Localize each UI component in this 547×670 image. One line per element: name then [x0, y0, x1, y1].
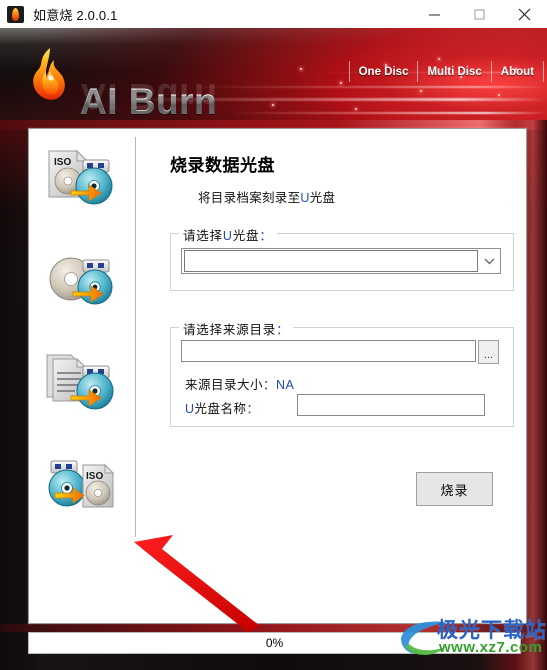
disc-legend-post: 光盘 — [232, 229, 260, 243]
page-subtitle-pre: 将目录档案刻录至 — [198, 191, 301, 205]
source-legend-colon: ： — [276, 323, 290, 337]
disc-name-label-u: U — [185, 402, 195, 416]
window-controls — [412, 0, 547, 28]
source-size-value: NA — [276, 378, 295, 392]
browse-button[interactable]: ... — [478, 340, 499, 364]
source-dir-group: 请选择来源目录： ... 来源目录大小：NA U光盘名称： — [170, 319, 514, 427]
disc-name-colon: ： — [246, 402, 260, 416]
sidebar-item-burn-data-disc[interactable] — [41, 347, 125, 421]
page-subtitle-u: U — [300, 191, 310, 205]
window-title: 如意烧 2.0.0.1 — [33, 7, 118, 23]
chevron-down-icon[interactable] — [478, 257, 500, 265]
app-flame-icon — [7, 5, 24, 23]
source-size-row: 来源目录大小：NA — [185, 374, 294, 393]
page-subtitle: 将目录档案刻录至U光盘 — [198, 187, 335, 206]
content-pane: 烧录数据光盘 将目录档案刻录至U光盘 请选择U光盘： 请选择来源目录： ... … — [143, 129, 526, 623]
disc-select-input[interactable] — [184, 250, 478, 272]
sidebar-item-copy-disc[interactable] — [41, 243, 125, 317]
page-subtitle-post: 光盘 — [309, 191, 336, 205]
iso-to-disc-icon: ISO — [48, 149, 113, 205]
disc-legend-pre: 请选择 — [183, 229, 223, 243]
header-banner: AI Burn AI Burn One Disc Multi Disc Abou… — [0, 28, 547, 120]
maximize-button[interactable] — [457, 0, 502, 28]
sidebar-divider — [135, 137, 136, 537]
sidebar-item-create-iso-from-disc[interactable]: ISO — [41, 447, 125, 521]
progress-text: 0% — [265, 636, 284, 650]
application-window: 如意烧 2.0.0.1 AI Burn AI Burn One Disc Mul… — [0, 0, 547, 670]
svg-text:ISO: ISO — [54, 157, 71, 168]
sidebar: ISO ISO — [29, 129, 135, 623]
disc-name-label-text: 光盘名称 — [194, 402, 247, 416]
nav-tabs: One Disc Multi Disc About — [348, 61, 544, 82]
source-size-colon: ： — [263, 378, 277, 392]
window-body-frame: ISO ISO 烧录数据光盘 将目录档案刻录至U光盘 请选择U光盘： 请选择来源… — [0, 120, 547, 670]
disc-select-combo[interactable] — [181, 248, 501, 274]
tab-multi-disc[interactable]: Multi Disc — [418, 61, 492, 82]
source-size-label: 来源目录大小 — [185, 378, 264, 392]
source-dir-legend: 请选择来源目录： — [179, 319, 294, 338]
title-bar: 如意烧 2.0.0.1 — [0, 0, 547, 29]
disc-select-group: 请选择U光盘： — [170, 225, 514, 291]
progress-bar: 0% — [28, 632, 521, 654]
disc-name-label: U光盘名称： — [185, 398, 260, 417]
disc-legend-colon: ： — [259, 229, 273, 243]
disc-name-input[interactable] — [297, 394, 485, 416]
svg-text:ISO: ISO — [86, 471, 103, 482]
app-logo-reflection: AI Burn — [80, 76, 218, 117]
source-path-row: ... — [181, 340, 499, 364]
page-title: 烧录数据光盘 — [170, 156, 275, 175]
flame-logo-icon — [33, 48, 65, 100]
disc-to-disc-icon — [49, 257, 113, 305]
sidebar-item-burn-iso-to-disc[interactable]: ISO — [41, 143, 125, 217]
disc-to-iso-icon: ISO — [48, 460, 115, 508]
files-to-disc-icon — [46, 354, 114, 410]
source-legend-text: 请选择来源目录 — [183, 323, 277, 337]
tab-one-disc[interactable]: One Disc — [348, 61, 419, 82]
source-path-input[interactable] — [181, 340, 476, 362]
main-panel: ISO ISO 烧录数据光盘 将目录档案刻录至U光盘 请选择U光盘： 请选择来源… — [28, 128, 527, 632]
close-button[interactable] — [502, 0, 547, 28]
disc-legend-u: U — [222, 229, 233, 243]
tab-about[interactable]: About — [492, 61, 544, 82]
disc-select-legend: 请选择U光盘： — [179, 225, 277, 244]
burn-button[interactable]: 烧录 — [416, 472, 493, 506]
minimize-button[interactable] — [412, 0, 457, 28]
